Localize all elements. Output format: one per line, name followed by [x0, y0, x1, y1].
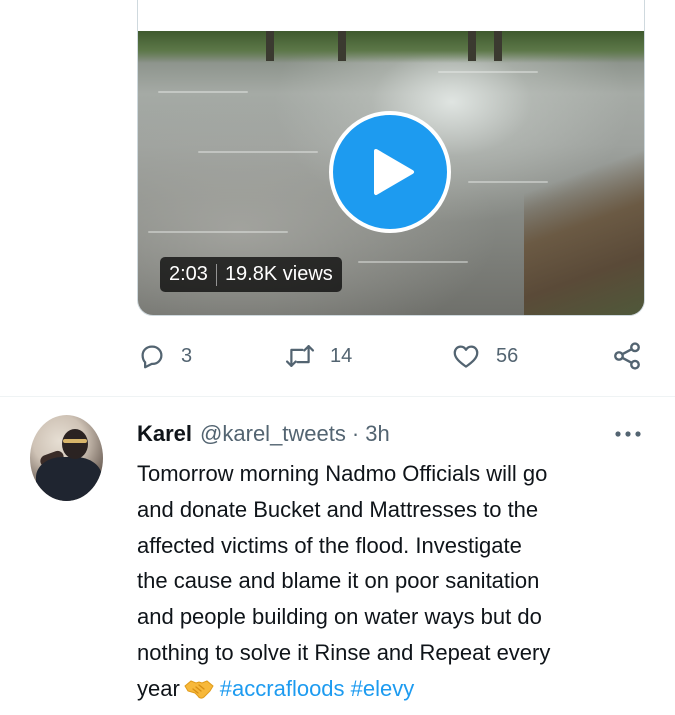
share-icon — [614, 342, 640, 370]
hashtag-elevy[interactable]: #elevy — [351, 676, 415, 701]
video-meta-badge: 2:03 19.8K views — [160, 257, 342, 292]
retweet-icon — [285, 345, 315, 367]
video-duration: 2:03 — [169, 263, 208, 285]
user-handle[interactable]: @karel_tweets — [200, 421, 346, 447]
video-views: 19.8K views — [224, 263, 333, 285]
play-button[interactable] — [329, 111, 451, 233]
retweet-button[interactable]: 14 — [284, 338, 352, 374]
reply-count: 3 — [181, 344, 193, 367]
avatar[interactable] — [30, 415, 103, 501]
tweet-timestamp[interactable]: 3h — [365, 421, 389, 447]
tweet-actions: 3 14 56 — [137, 338, 645, 374]
video-thumbnail[interactable]: 2:03 19.8K views — [138, 31, 644, 315]
like-button[interactable]: 56 — [450, 338, 518, 374]
video-trees — [138, 31, 644, 63]
tweet-text-line: the cause and blame it on poor sanitatio… — [137, 568, 540, 594]
tweet-text-line: and donate Bucket and Mattresses to the — [137, 496, 539, 522]
share-button[interactable] — [611, 338, 643, 374]
display-name[interactable]: Karel — [137, 421, 192, 447]
like-icon — [453, 345, 479, 368]
reply-button[interactable]: 3 — [137, 338, 192, 374]
tweet-text-line: and people building on water ways but do — [137, 604, 542, 630]
like-count: 56 — [496, 344, 519, 367]
video-meta-separator — [215, 263, 217, 286]
tweet-header: Karel @karel_tweets · 3h — [137, 420, 390, 448]
play-icon — [374, 149, 414, 195]
tweet-text-line: Tomorrow morning Nadmo Officials will go — [137, 461, 548, 486]
tweet-text-word: year — [137, 675, 180, 701]
handshake-icon — [184, 675, 214, 711]
tweet-text-line: affected victims of the flood. Investiga… — [137, 532, 522, 558]
tweet-divider — [0, 396, 675, 397]
reply-icon — [141, 345, 163, 369]
video-riverbank — [524, 101, 644, 315]
video-card[interactable]: 2:03 19.8K views — [137, 0, 645, 316]
tweet-text: Tomorrow morning Nadmo Officials will go… — [137, 456, 657, 711]
more-dots-icon — [615, 431, 641, 437]
hashtag-accrafloods[interactable]: #accrafloods — [220, 676, 345, 701]
header-separator: · — [351, 421, 360, 446]
more-options-button[interactable] — [611, 420, 645, 448]
retweet-count: 14 — [330, 344, 353, 367]
tweet-text-last-line: year #accrafloods #elevy — [137, 671, 657, 711]
tweet-text-line: nothing to solve it Rinse and Repeat eve… — [137, 639, 551, 665]
